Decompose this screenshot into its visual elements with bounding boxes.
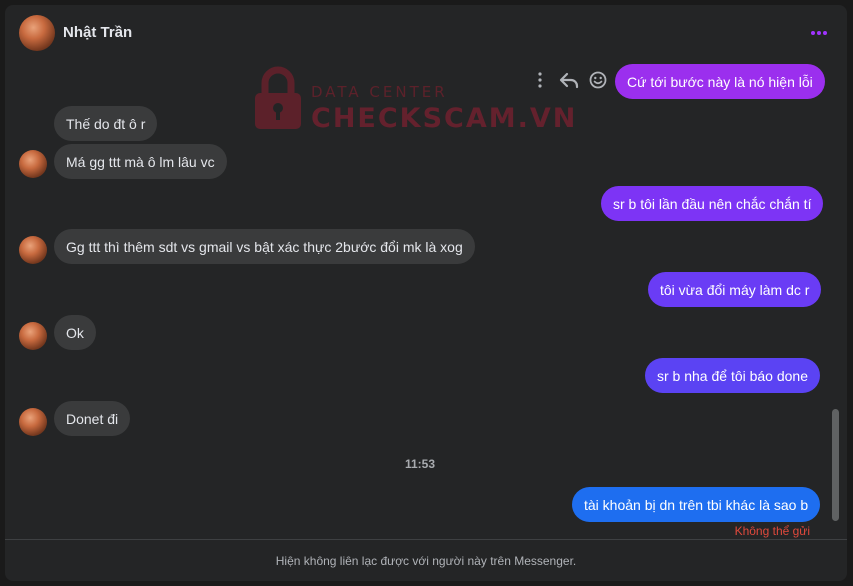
contact-avatar-small[interactable] <box>19 322 47 350</box>
scrollbar[interactable] <box>832 409 839 521</box>
footer-notice-text: Hiện không liên lạc được với người này t… <box>275 554 577 568</box>
outgoing-message[interactable]: sr b tôi lần đầu nên chắc chắn tí <box>601 186 824 221</box>
outgoing-message[interactable]: tôi vừa đổi máy làm dc r <box>648 272 822 307</box>
watermark-title: CHECKSCAM.VN <box>311 103 578 134</box>
message-timestamp: 11:53 <box>404 457 436 471</box>
watermark-subtitle: DATA CENTER <box>311 83 448 101</box>
emoji-icon[interactable] <box>587 69 609 91</box>
contact-name[interactable]: Nhật Trần <box>63 24 132 41</box>
outgoing-message[interactable]: tài khoản bị dn trên tbi khác là sao b <box>572 487 821 522</box>
incoming-message[interactable]: Donet đi <box>54 401 131 436</box>
more-icon[interactable] <box>809 23 829 43</box>
chat-header: Nhật Trần <box>5 5 847 61</box>
incoming-message[interactable]: Má gg ttt mà ô lm lâu vc <box>54 144 227 179</box>
chat-window: Nhật Trần DATA CENTER CHECKSCAM.VN Cứ tớ… <box>5 5 847 581</box>
watermark: DATA CENTER CHECKSCAM.VN <box>253 65 575 135</box>
outgoing-message[interactable]: Cứ tới bước này là nó hiện lỗi <box>615 64 825 99</box>
contact-avatar-small[interactable] <box>19 408 47 436</box>
outgoing-message[interactable]: sr b nha để tôi báo done <box>645 358 821 393</box>
incoming-message[interactable]: Gg ttt thì thêm sdt vs gmail vs bật xác … <box>54 229 475 264</box>
incoming-message[interactable]: Thế do đt ô r <box>54 106 158 141</box>
contact-avatar[interactable] <box>19 15 55 51</box>
message-actions <box>533 69 613 91</box>
contact-avatar-small[interactable] <box>19 236 47 264</box>
watermark-lock-icon <box>255 66 301 129</box>
incoming-message[interactable]: Ok <box>54 315 96 350</box>
send-failed-status: Không thể gửi <box>734 524 810 538</box>
contact-avatar-small[interactable] <box>19 150 47 178</box>
footer-notice: Hiện không liên lạc được với người này t… <box>5 539 847 581</box>
message-options-icon[interactable] <box>533 69 547 91</box>
reply-icon[interactable] <box>558 69 580 91</box>
